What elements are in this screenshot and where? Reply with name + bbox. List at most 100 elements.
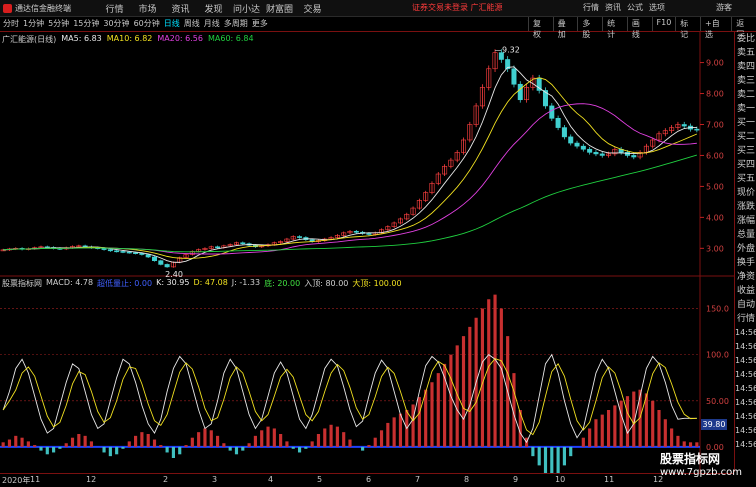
kline-chart[interactable]: 9.00 8.00 7.00 6.00 5.00 4.00 3.00 150.0 100.0 50… <box>0 32 734 473</box>
period-tab[interactable]: 30分钟 <box>103 18 129 29</box>
side-tab[interactable]: 卖五 <box>735 46 756 60</box>
menu-item-discover[interactable]: 发现 <box>197 2 230 15</box>
tool-button[interactable]: 多股 <box>577 17 602 39</box>
candle-body <box>164 264 170 268</box>
tool-button[interactable]: 叠加 <box>552 17 578 39</box>
high-price-label: 9.32 <box>502 46 520 55</box>
login-alert[interactable]: 证券交易未登录 广汇能源 <box>412 2 503 13</box>
tool-button[interactable]: +自选 <box>700 17 731 39</box>
side-tab[interactable]: 买三 <box>735 144 756 158</box>
right-menu-quotes[interactable]: 行情 <box>580 2 602 13</box>
price-tick-label: 9.00 <box>706 59 724 68</box>
period-tab[interactable]: 多周期 <box>224 18 248 29</box>
tool-button[interactable]: 复权 <box>528 17 553 39</box>
app-title: 通达信金融终端 <box>15 3 71 13</box>
period-tab[interactable]: 1分钟 <box>23 18 44 29</box>
side-tab[interactable]: 卖四 <box>735 60 756 74</box>
right-menu-options[interactable]: 选项 <box>646 2 668 13</box>
side-tab[interactable]: 行情 <box>735 312 756 326</box>
candle-body <box>681 124 687 127</box>
k-value: K: 30.95 <box>156 278 190 287</box>
side-tab[interactable]: 换手 <box>735 256 756 270</box>
period-tab[interactable]: 5分钟 <box>48 18 69 29</box>
side-tab[interactable]: 买五 <box>735 172 756 186</box>
candle-body <box>568 136 574 144</box>
app-logo: 通达信金融终端 <box>0 3 98 14</box>
menu-item-ask[interactable]: 问小达 <box>230 2 263 15</box>
period-tab[interactable]: 60分钟 <box>134 18 160 29</box>
app-logo-icon <box>3 3 12 13</box>
right-menu-news[interactable]: 资讯 <box>602 2 624 13</box>
stock-name[interactable]: 广汇能源(日线) <box>2 34 56 45</box>
candle-body <box>353 231 359 233</box>
menu-item-trade[interactable]: 交易 <box>296 2 329 15</box>
side-tab[interactable]: 委比 <box>735 32 756 46</box>
period-tab[interactable]: 更多 <box>252 18 268 29</box>
side-tab[interactable]: 现价 <box>735 186 756 200</box>
price-tick-label: 7.00 <box>706 120 724 129</box>
tool-button[interactable]: 统计 <box>602 17 627 39</box>
side-tab[interactable]: 买一 <box>735 116 756 130</box>
ma20-value: MA20: 6.56 <box>157 34 203 43</box>
menu-item-wealth[interactable]: 财富圈 <box>263 2 296 15</box>
d-value: D: 47.08 <box>193 278 228 287</box>
side-tab[interactable]: 外盘 <box>735 242 756 256</box>
menu-item-market[interactable]: 市场 <box>131 2 164 15</box>
side-tab[interactable]: 卖三 <box>735 74 756 88</box>
side-tab[interactable]: 买四 <box>735 158 756 172</box>
date-tick-label: 8 <box>464 475 470 484</box>
trade-time: 14:56 <box>735 398 756 407</box>
period-tab[interactable]: 月线 <box>204 18 220 29</box>
period-tab[interactable]: 分时 <box>3 18 19 29</box>
price-tick-label: 3.00 <box>706 244 724 253</box>
trade-time: 14:56 <box>735 384 756 393</box>
macd-value: MACD: 4.78 <box>46 278 94 287</box>
date-tick-label: 4 <box>268 475 274 484</box>
price-tick-label: 4.00 <box>706 213 724 222</box>
indicator-title[interactable]: 股票指标网 <box>2 278 42 289</box>
indicator-tick-label: 150.0 <box>706 304 729 313</box>
k-line <box>2 353 697 444</box>
candle-body <box>517 83 523 101</box>
side-tab[interactable]: 自动 <box>735 298 756 312</box>
candle-body <box>215 246 221 249</box>
side-tab[interactable]: 总量 <box>735 228 756 242</box>
trade-time: 14:56 <box>735 370 756 379</box>
ma-legend: 广汇能源(日线) MA5: 6.83 MA10: 6.82 MA20: 6.56… <box>2 34 254 45</box>
trade-time: 14:56 <box>735 356 756 365</box>
date-tick-label: 2 <box>163 475 169 484</box>
date-tick-label: 11 <box>604 475 615 484</box>
side-tab[interactable]: 卖二 <box>735 88 756 102</box>
trade-time: 14:56 <box>735 342 756 351</box>
main-menu: 行情 市场 资讯 发现 问小达 财富圈 交易 <box>98 2 329 15</box>
candle-body <box>120 251 126 253</box>
candle-body <box>114 250 120 253</box>
period-toolbar: 分时 1分钟 5分钟 15分钟 30分钟 60分钟 日线 周线 月线 多周期 更多 复权 叠加 多股 统计… <box>0 17 756 39</box>
date-tick-label: 3 <box>212 475 218 484</box>
period-tab[interactable]: 15分钟 <box>73 18 99 29</box>
tool-button[interactable]: 返回 <box>731 17 756 39</box>
watermark-title: 股票指标网 <box>660 452 721 466</box>
price-tick-label: 8.00 <box>706 90 724 99</box>
side-tab[interactable]: 卖一 <box>735 102 756 116</box>
candle-body <box>549 105 555 119</box>
menu-item-news[interactable]: 资讯 <box>164 2 197 15</box>
period-tab[interactable]: 周线 <box>184 18 200 29</box>
side-tab[interactable]: 涨幅 <box>735 214 756 228</box>
tool-button[interactable]: F10 <box>651 17 676 31</box>
side-tab[interactable]: 买二 <box>735 130 756 144</box>
guest-user[interactable]: 游客 <box>716 2 732 13</box>
tool-button[interactable]: 标记 <box>675 17 700 39</box>
side-tab[interactable]: 净资 <box>735 270 756 284</box>
side-tab[interactable]: 收益 <box>735 284 756 298</box>
trade-time: 14:56 <box>735 440 756 449</box>
candle-body <box>297 236 303 238</box>
tool-button[interactable]: 画线 <box>626 17 652 39</box>
right-menu-formula[interactable]: 公式 <box>624 2 646 13</box>
candle-body <box>580 145 586 150</box>
indicator-tick-label: 0.00 <box>706 443 724 452</box>
period-tabs: 分时 1分钟 5分钟 15分钟 30分钟 60分钟 日线 周线 月线 多周期 更多 <box>3 18 268 29</box>
side-tab[interactable]: 涨跌 <box>735 200 756 214</box>
period-tab[interactable]: 日线 <box>164 18 180 29</box>
menu-item-quotes[interactable]: 行情 <box>98 2 131 15</box>
